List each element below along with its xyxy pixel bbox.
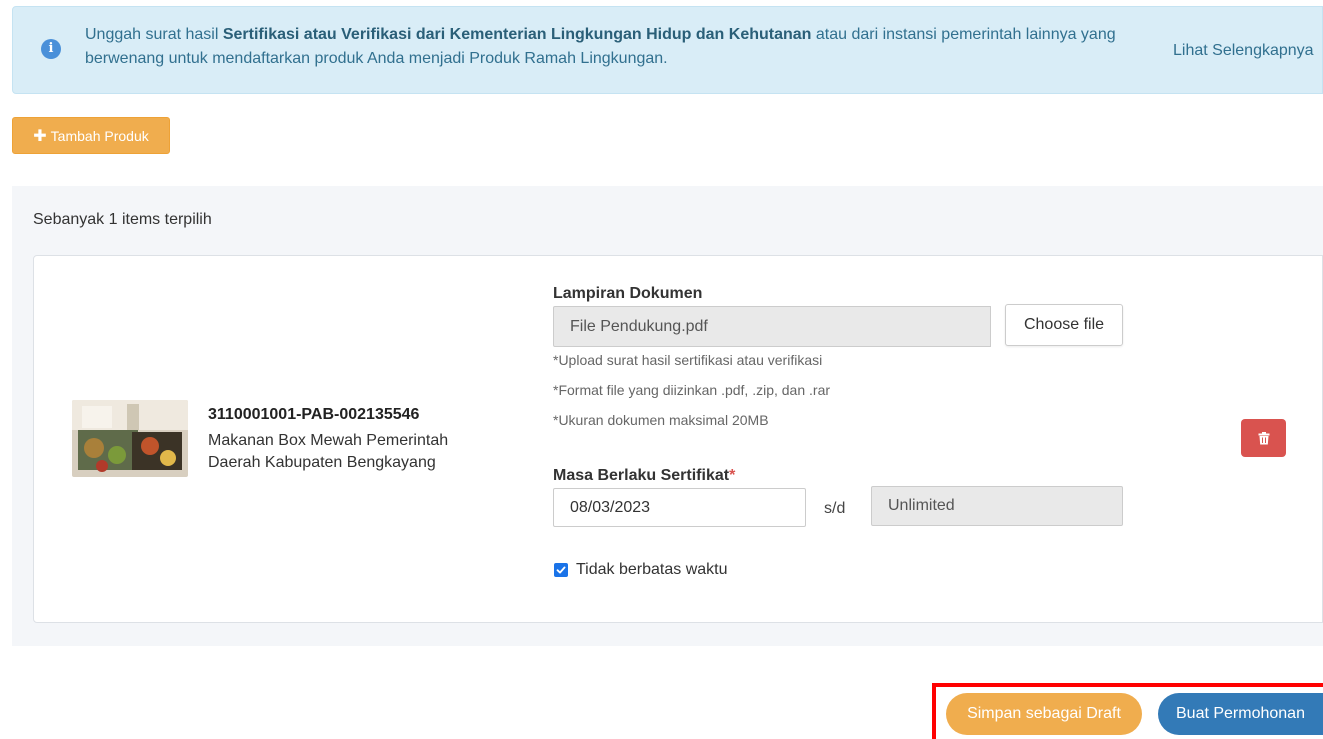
add-product-label: Tambah Produk	[50, 127, 149, 144]
date-separator: s/d	[824, 500, 846, 517]
info-icon: i	[41, 39, 61, 59]
validity-label-text: Masa Berlaku Sertifikat	[553, 467, 730, 484]
no-limit-checkbox[interactable]: Tidak berbatas waktu	[554, 561, 727, 579]
product-card: 3110001001-PAB-002135546 Makanan Box Mew…	[33, 255, 1323, 623]
product-code: 3110001001-PAB-002135546	[208, 406, 420, 423]
product-image	[72, 400, 188, 477]
required-mark: *	[729, 467, 736, 484]
no-limit-label: Tidak berbatas waktu	[576, 561, 728, 578]
info-text-before: Unggah surat hasil	[85, 26, 223, 43]
checkbox-checked-icon[interactable]	[554, 563, 568, 577]
selected-items-panel: Sebanyak 1 items terpilih 3110001001-PAB…	[12, 186, 1323, 646]
hint-format: *Format file yang diizinkan .pdf, .zip, …	[553, 382, 831, 398]
info-text-bold: Sertifikasi atau Verifikasi dari Kemente…	[222, 26, 812, 43]
start-date-input[interactable]: 08/03/2023	[553, 488, 806, 527]
see-more-link[interactable]: Lihat Selengkapnya	[1173, 42, 1314, 60]
submit-request-button[interactable]: Buat Permohonan	[1158, 693, 1323, 735]
save-draft-button[interactable]: Simpan sebagai Draft	[946, 693, 1142, 735]
choose-file-button[interactable]: Choose file	[1005, 304, 1123, 346]
product-name: Makanan Box Mewah Pemerintah Daerah Kabu…	[208, 432, 449, 471]
validity-label: Masa Berlaku Sertifikat*	[553, 467, 735, 485]
end-date-input: Unlimited	[871, 486, 1123, 526]
delete-product-button[interactable]	[1241, 419, 1286, 457]
hint-upload: *Upload surat hasil sertifikasi atau ver…	[553, 352, 823, 368]
attachment-label: Lampiran Dokumen	[553, 285, 703, 302]
add-product-button[interactable]: ✚ Tambah Produk	[12, 117, 170, 154]
selected-count: Sebanyak 1 items terpilih	[33, 211, 212, 228]
hint-size: *Ukuran dokumen maksimal 20MB	[553, 412, 769, 428]
file-name-field[interactable]: File Pendukung.pdf	[553, 306, 991, 347]
plus-icon: ✚	[33, 127, 47, 145]
trash-icon	[1258, 431, 1269, 444]
info-banner: i Unggah surat hasil Sertifikasi atau Ve…	[12, 6, 1323, 94]
info-text: Unggah surat hasil Sertifikasi atau Veri…	[85, 23, 1145, 71]
